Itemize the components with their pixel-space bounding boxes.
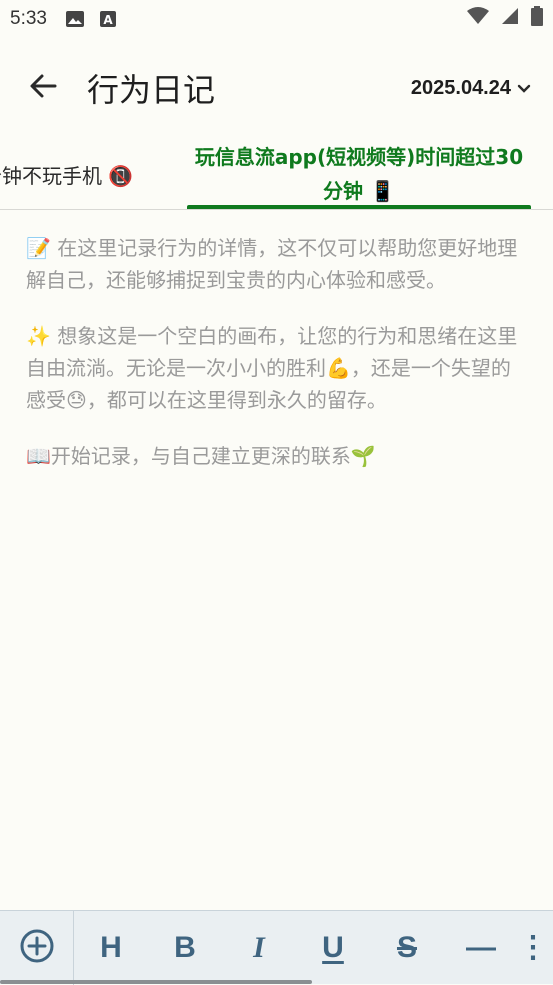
- date-picker[interactable]: 2025.04.24: [411, 77, 531, 100]
- italic-button[interactable]: I: [222, 911, 296, 985]
- signal-icon: [501, 7, 519, 31]
- status-bar: 5:33 A: [0, 0, 553, 38]
- tab-feed-app-overuse[interactable]: 玩信息流app(短视频等)时间超过30分钟 📱: [187, 140, 531, 209]
- svg-text:A: A: [103, 13, 113, 27]
- image-icon: [65, 10, 85, 28]
- tab-active-indicator: [187, 205, 531, 209]
- a-box-icon: A: [99, 10, 117, 28]
- format-toolbar: H B I U S — ⋮: [0, 910, 553, 985]
- battery-icon: [531, 6, 543, 32]
- divider-button[interactable]: —: [444, 911, 518, 985]
- tab-no-phone[interactable]: 分钟不玩手机 📵: [0, 160, 133, 189]
- editor-placeholder-paragraph: 📝 在这里记录行为的详情，这不仅可以帮助您更好地理解自己，还能够捕捉到宝贵的内心…: [26, 236, 518, 292]
- underline-button[interactable]: U: [296, 911, 370, 985]
- more-button[interactable]: ⋮: [518, 911, 548, 985]
- status-time: 5:33: [10, 8, 47, 29]
- bold-button[interactable]: B: [148, 911, 222, 985]
- date-label: 2025.04.24: [410, 76, 511, 99]
- heading-button[interactable]: H: [74, 911, 148, 985]
- behavior-tabs: 分钟不玩手机 📵 玩信息流app(短视频等)时间超过30分钟 📱: [0, 132, 553, 210]
- chevron-down-icon: [517, 77, 531, 100]
- wifi-icon: [467, 7, 489, 31]
- editor-placeholder-paragraph: ✨ 想象这是一个空白的画布，让您的行为和思绪在这里自由流淌。无论是一次小小的胜利…: [26, 324, 518, 412]
- arrow-left-icon: [29, 72, 57, 104]
- status-right-icons: [467, 6, 543, 32]
- app-bar: 行为日记 2025.04.24: [0, 56, 553, 120]
- back-button[interactable]: [13, 58, 73, 118]
- plus-circle-icon: [19, 928, 55, 968]
- toolbar-scroll-indicator: [0, 980, 312, 984]
- strikethrough-button[interactable]: S: [370, 911, 444, 985]
- page-title: 行为日记: [87, 71, 216, 109]
- insert-button[interactable]: [0, 910, 74, 985]
- editor-placeholder-paragraph: 📖开始记录，与自己建立更深的联系🌱: [26, 444, 376, 468]
- diary-editor[interactable]: 📝 在这里记录行为的详情，这不仅可以帮助您更好地理解自己，还能够捕捉到宝贵的内心…: [0, 210, 553, 910]
